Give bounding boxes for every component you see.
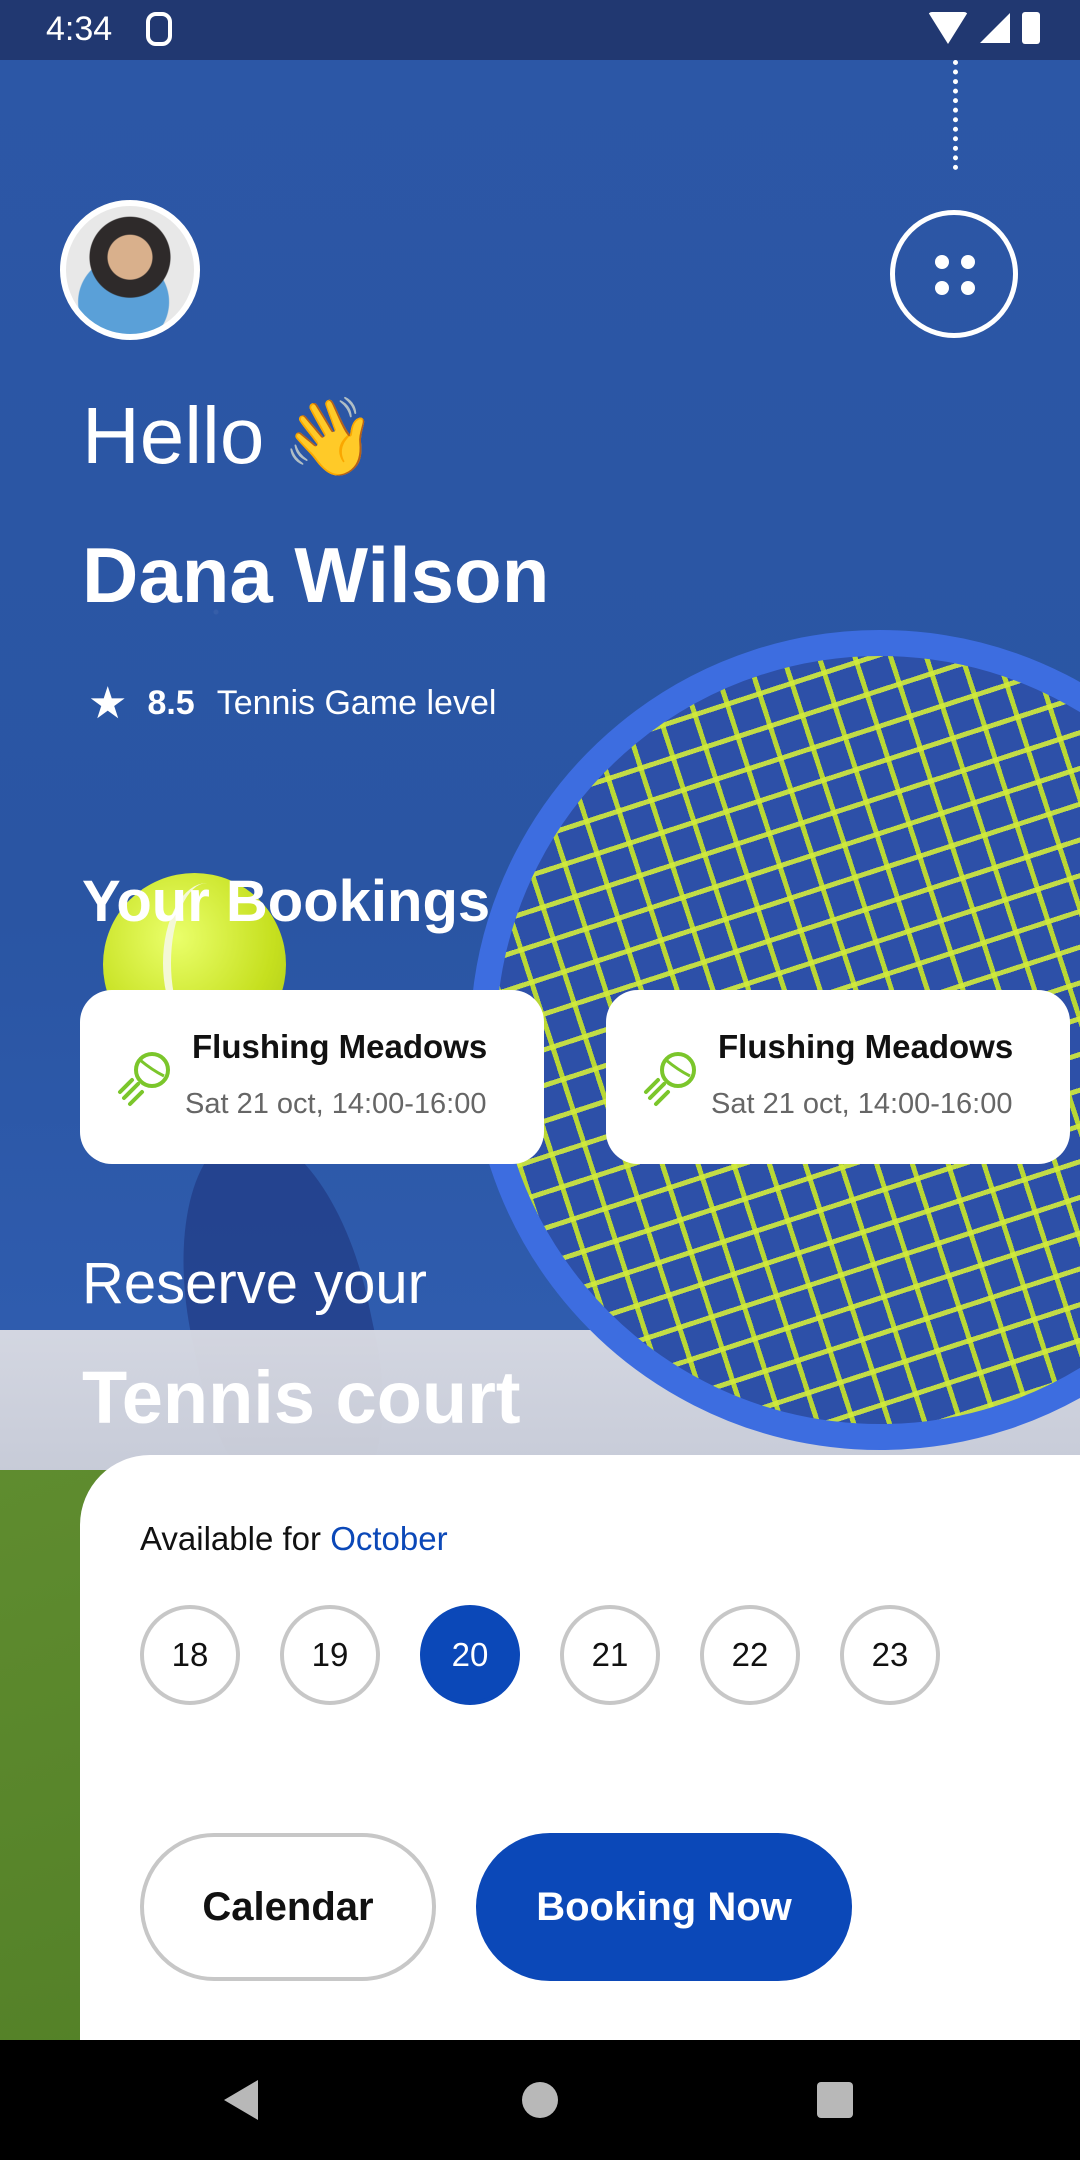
reserve-title: Tennis court <box>82 1356 521 1439</box>
available-text: Available for <box>140 1520 322 1557</box>
wave-icon: 👋 <box>282 395 377 480</box>
availability-sheet: Available for October 18 19 20 21 22 23 … <box>80 1455 1080 2040</box>
battery-icon <box>1022 12 1040 44</box>
greeting-text: Hello <box>82 391 265 480</box>
booking-venue: Flushing Meadows <box>718 1028 1014 1065</box>
bookings-title: Your Bookings <box>82 869 491 934</box>
date-option[interactable]: 21 <box>560 1605 660 1705</box>
date-option-selected[interactable]: 20 <box>420 1605 520 1705</box>
menu-dots-icon <box>935 255 949 269</box>
status-bar: 4:34 <box>0 0 1080 60</box>
wifi-icon <box>928 12 968 44</box>
recents-icon[interactable] <box>817 2082 853 2118</box>
booking-now-button[interactable]: Booking Now <box>476 1833 852 1981</box>
booking-time: Sat 21 oct, 14:00-16:00 <box>185 1088 487 1120</box>
available-month[interactable]: October <box>330 1520 447 1557</box>
available-label: Available for October <box>140 1520 448 1558</box>
dotted-line <box>953 60 958 170</box>
menu-button[interactable] <box>890 210 1018 338</box>
avatar[interactable] <box>60 200 200 340</box>
booking-time: Sat 21 oct, 14:00-16:00 <box>711 1088 1013 1120</box>
signal-icon <box>980 13 1010 43</box>
back-icon[interactable] <box>224 2080 258 2120</box>
status-time: 4:34 <box>46 10 113 48</box>
menu-dot <box>961 281 975 295</box>
rating-label: Tennis Game level <box>216 684 497 722</box>
greeting: Hello 👋 <box>82 390 377 482</box>
menu-dot <box>961 255 975 269</box>
tennis-ball-icon <box>644 1052 696 1106</box>
date-picker: 18 19 20 21 22 23 <box>140 1605 940 1705</box>
game-level: ★ 8.5 Tennis Game level <box>88 678 496 729</box>
menu-dot <box>935 281 949 295</box>
booking-card[interactable]: Flushing Meadows Sat 21 oct, 14:00-16:00 <box>606 990 1070 1164</box>
booking-card[interactable]: Flushing Meadows Sat 21 oct, 14:00-16:00 <box>80 990 544 1164</box>
date-option[interactable]: 22 <box>700 1605 800 1705</box>
date-option[interactable]: 19 <box>280 1605 380 1705</box>
star-icon: ★ <box>88 679 128 728</box>
booking-venue: Flushing Meadows <box>192 1028 488 1065</box>
notification-icon <box>146 12 172 46</box>
rating-value: 8.5 <box>147 684 195 722</box>
date-option[interactable]: 18 <box>140 1605 240 1705</box>
user-name: Dana Wilson <box>82 531 550 619</box>
date-option[interactable]: 23 <box>840 1605 940 1705</box>
calendar-button[interactable]: Calendar <box>140 1833 436 1981</box>
reserve-subtitle: Reserve your <box>82 1251 427 1316</box>
status-icons <box>928 12 1040 44</box>
tennis-ball-icon <box>118 1052 170 1106</box>
home-icon[interactable] <box>522 2082 558 2118</box>
